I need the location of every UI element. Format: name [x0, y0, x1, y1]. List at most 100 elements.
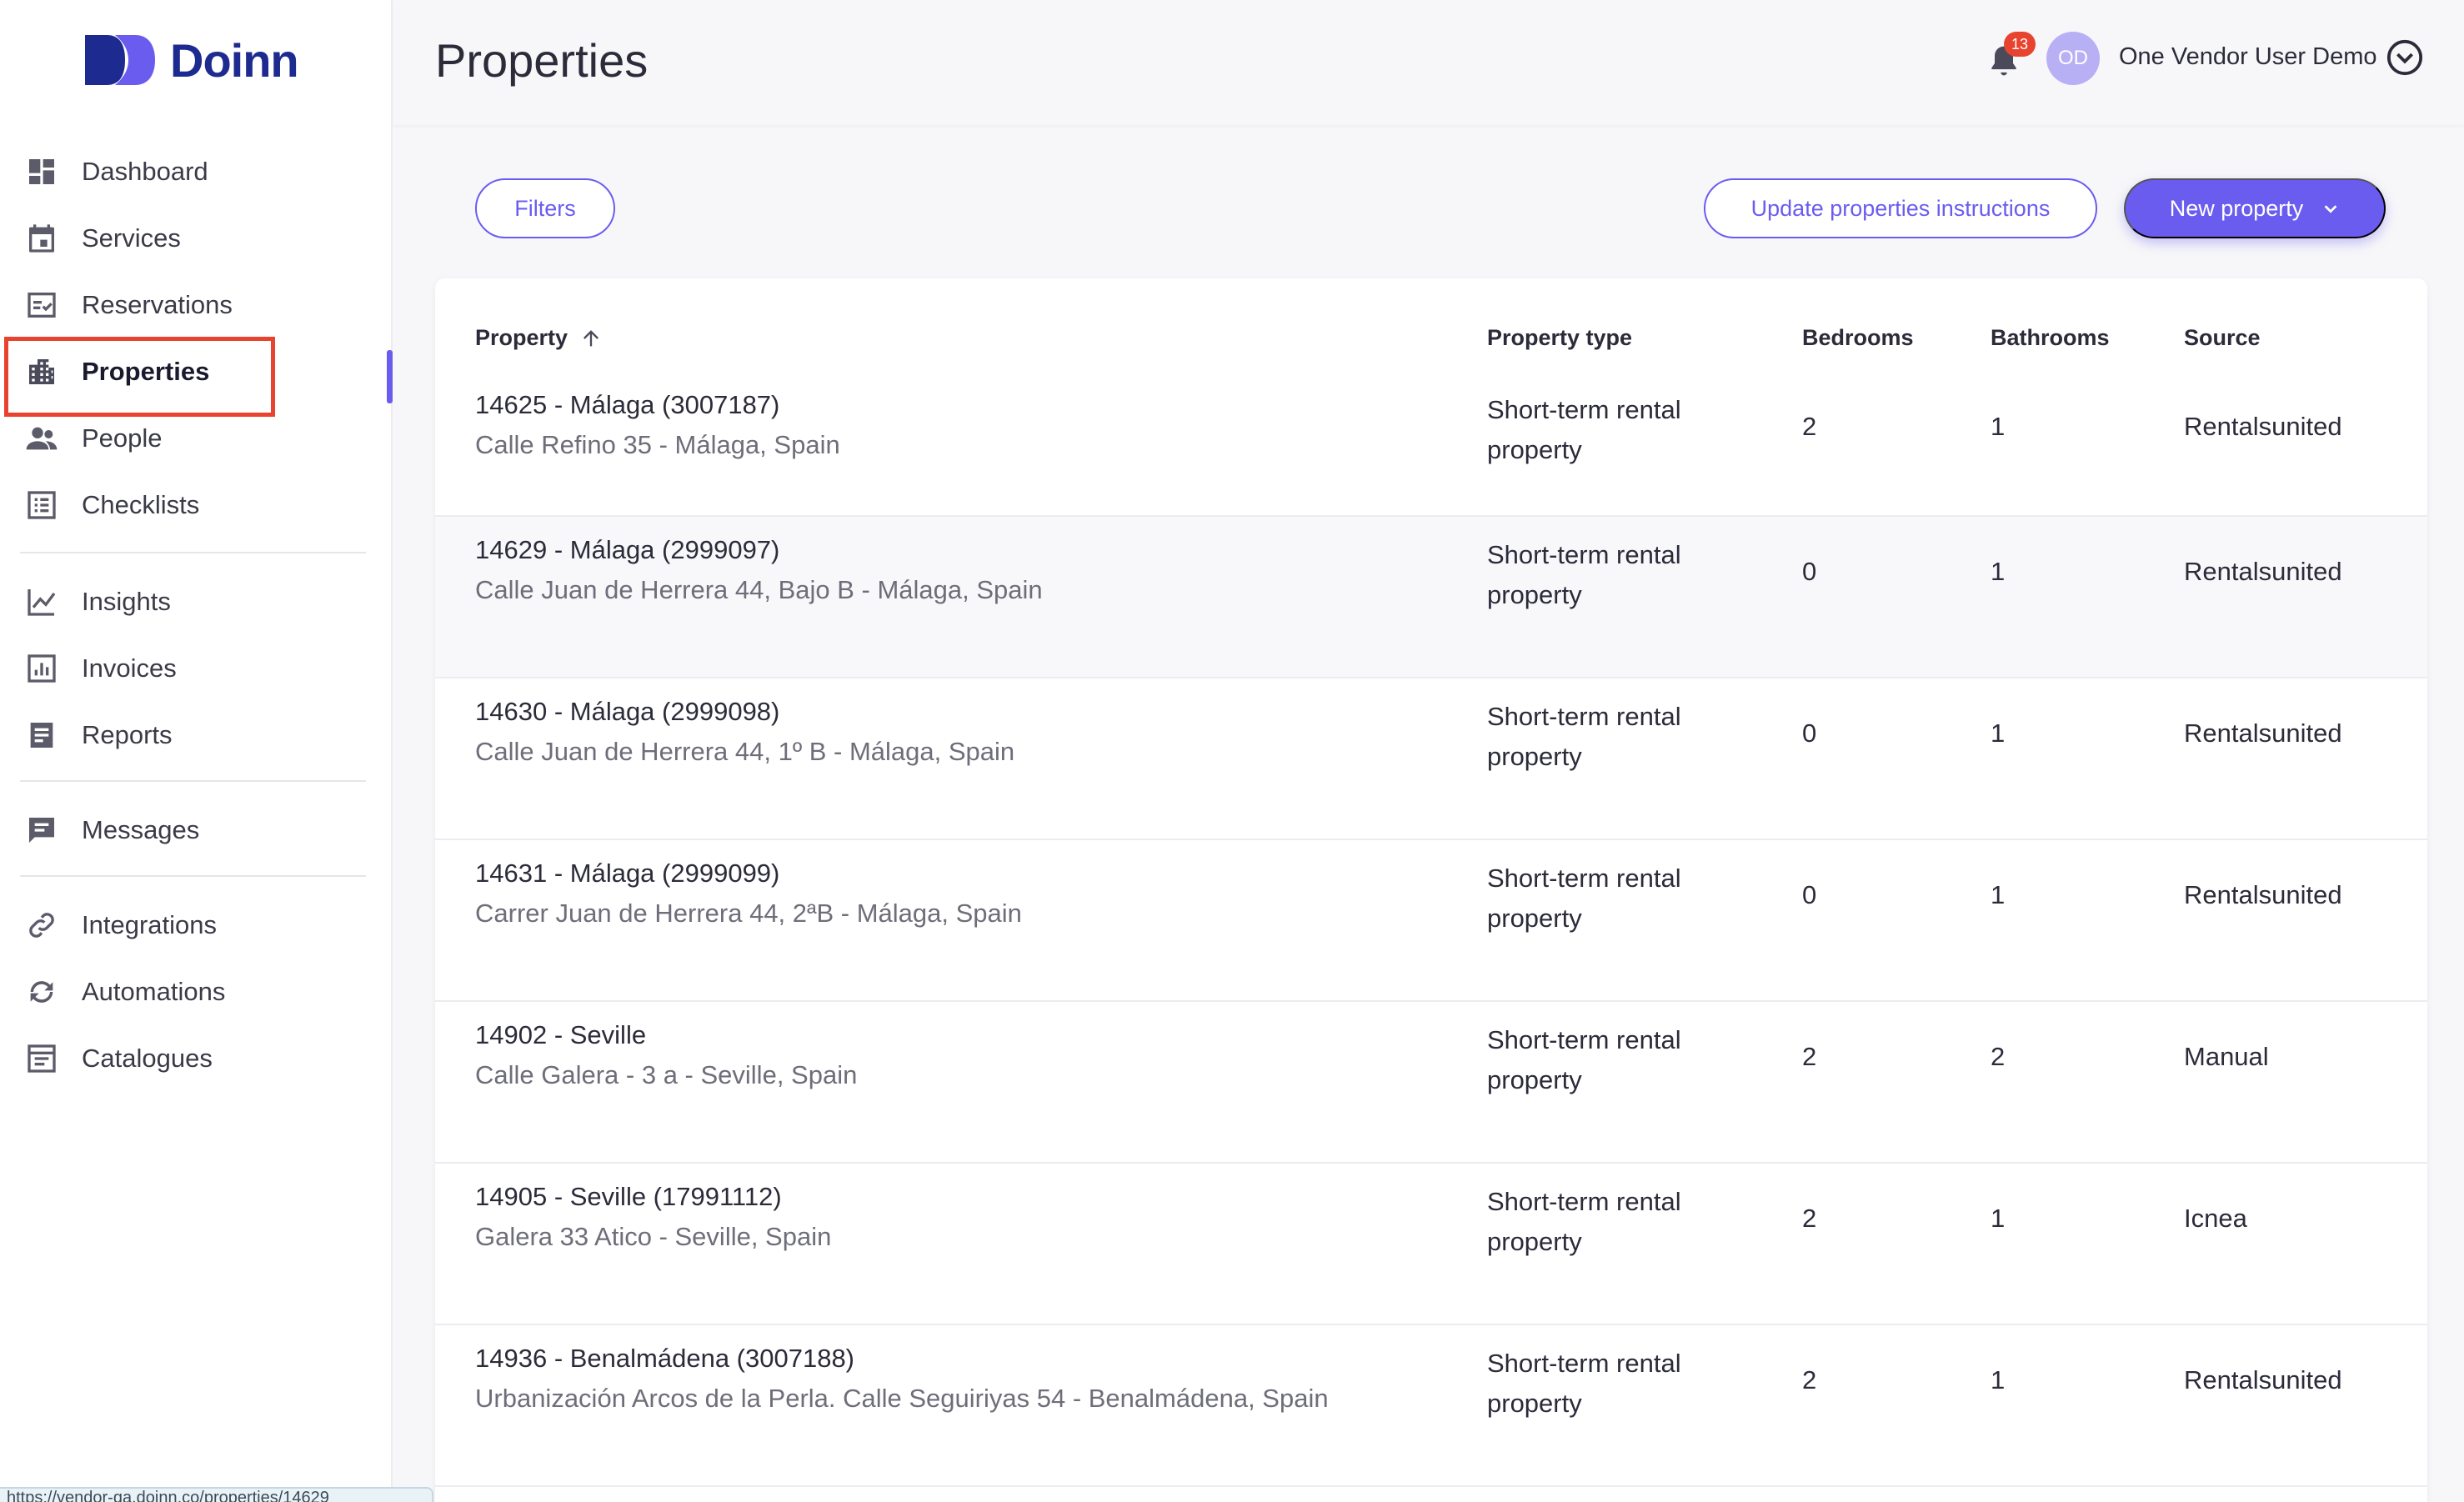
- bathrooms-count: 2: [1991, 1042, 2006, 1071]
- property-name: 14629 - Málaga (2999097): [475, 535, 780, 564]
- properties-table: Property Property type Bedrooms Bathroom…: [435, 278, 2427, 1502]
- dashboard-icon: [25, 155, 58, 188]
- table-row[interactable]: 14936 - Benalmádena (3007188) Urbanizaci…: [435, 1325, 2427, 1487]
- property-address: Carrer Juan de Herrera 44, 2ªB - Málaga,…: [475, 899, 1022, 928]
- sidebar-item-reports[interactable]: Reports: [0, 702, 393, 769]
- sidebar-item-catalogues[interactable]: Catalogues: [0, 1025, 393, 1092]
- sidebar-item-invoices[interactable]: Invoices: [0, 635, 393, 702]
- active-indicator: [387, 350, 393, 403]
- sidebar-item-properties[interactable]: Properties: [0, 337, 393, 417]
- checklist-icon: [25, 488, 58, 522]
- sidebar-item-automations[interactable]: Automations: [0, 959, 393, 1025]
- line-chart-icon: [25, 585, 58, 618]
- bedrooms-count: 0: [1802, 557, 1817, 586]
- sidebar-item-label: Checklists: [82, 490, 200, 519]
- property-source: Rentalsunited: [2184, 412, 2342, 441]
- bedrooms-count: 2: [1802, 1042, 1817, 1071]
- property-source: Icnea: [2184, 1204, 2247, 1233]
- sidebar-item-label: Reservations: [82, 290, 233, 319]
- sidebar-item-people[interactable]: People: [0, 405, 393, 472]
- property-address: Calle Juan de Herrera 44, 1º B - Málaga,…: [475, 737, 1015, 766]
- catalogue-icon: [25, 1042, 58, 1075]
- notification-count-badge: 13: [2004, 32, 2036, 57]
- column-header-property-type[interactable]: Property type: [1487, 325, 1632, 351]
- column-header-source[interactable]: Source: [2184, 325, 2261, 351]
- bathrooms-count: 1: [1991, 412, 2006, 441]
- property-type: Short-term rental property: [1487, 864, 1681, 933]
- user-name[interactable]: One Vendor User Demo: [2119, 43, 2376, 71]
- sidebar-item-label: Integrations: [82, 910, 217, 939]
- property-name: 14631 - Málaga (2999099): [475, 859, 780, 888]
- property-name: 14625 - Málaga (3007187): [475, 390, 780, 419]
- sidebar-item-label: Invoices: [82, 653, 177, 683]
- sidebar-item-messages[interactable]: Messages: [0, 797, 393, 864]
- sidebar-item-label: Messages: [82, 815, 200, 844]
- new-property-label: New property: [2169, 195, 2304, 221]
- bathrooms-count: 1: [1991, 1204, 2006, 1233]
- property-type: Short-term rental property: [1487, 702, 1681, 771]
- sync-icon: [25, 975, 58, 1009]
- app: Doinn Dashboard Services Reservations Pr…: [0, 0, 2464, 1502]
- property-source: Rentalsunited: [2184, 718, 2342, 748]
- sidebar-item-reservations[interactable]: Reservations: [0, 272, 393, 338]
- property-source: Rentalsunited: [2184, 1365, 2342, 1394]
- nav-divider: [20, 552, 366, 553]
- bedrooms-count: 0: [1802, 718, 1817, 748]
- people-icon: [25, 422, 58, 455]
- table-row[interactable]: 14631 - Málaga (2999099) Carrer Juan de …: [435, 840, 2427, 1002]
- sidebar-item-label: Dashboard: [82, 157, 208, 186]
- link-icon: [25, 909, 58, 942]
- property-source: Rentalsunited: [2184, 557, 2342, 586]
- property-type: Short-term rental property: [1487, 395, 1681, 464]
- sidebar-item-checklists[interactable]: Checklists: [0, 472, 393, 538]
- report-icon: [25, 718, 58, 752]
- table-row[interactable]: 14902 - Seville Calle Galera - 3 a - Sev…: [435, 1002, 2427, 1164]
- new-property-button[interactable]: New property: [2124, 178, 2386, 238]
- message-icon: [25, 814, 58, 847]
- property-address: Galera 33 Atico - Seville, Spain: [475, 1222, 832, 1251]
- brand-logo[interactable]: Doinn: [83, 30, 299, 90]
- table-row[interactable]: 14905 - Seville (17991112) Galera 33 Ati…: [435, 1164, 2427, 1325]
- bedrooms-count: 2: [1802, 412, 1817, 441]
- brand-name: Doinn: [170, 33, 299, 87]
- sidebar-item-label: Automations: [82, 977, 226, 1006]
- bedrooms-count: 0: [1802, 880, 1817, 909]
- filters-button[interactable]: Filters: [475, 178, 615, 238]
- property-type: Short-term rental property: [1487, 540, 1681, 609]
- doinn-logo-icon: [85, 35, 155, 85]
- property-name: 14936 - Benalmádena (3007188): [475, 1344, 855, 1373]
- sidebar: Doinn Dashboard Services Reservations Pr…: [0, 0, 393, 1502]
- column-header-bathrooms[interactable]: Bathrooms: [1991, 325, 2110, 351]
- table-row[interactable]: 14625 - Málaga (3007187) Calle Refino 35…: [435, 387, 2427, 517]
- calendar-icon: [25, 222, 58, 255]
- property-name: 14902 - Seville: [475, 1020, 647, 1049]
- property-source: Rentalsunited: [2184, 880, 2342, 909]
- property-address: Urbanización Arcos de la Perla. Calle Se…: [475, 1384, 1329, 1413]
- property-type: Short-term rental property: [1487, 1025, 1681, 1094]
- sidebar-item-label: Properties: [82, 357, 210, 386]
- column-header-property[interactable]: Property: [475, 325, 603, 351]
- avatar[interactable]: OD: [2046, 32, 2100, 85]
- sidebar-item-dashboard[interactable]: Dashboard: [0, 138, 393, 205]
- table-row[interactable]: 14630 - Málaga (2999098) Calle Juan de H…: [435, 678, 2427, 840]
- sort-arrow-up-icon[interactable]: [579, 327, 603, 350]
- property-name: 14630 - Málaga (2999098): [475, 697, 780, 726]
- bar-chart-icon: [25, 652, 58, 685]
- column-header-label: Property: [475, 325, 568, 350]
- status-bar-url: https://vendor-qa.doinn.co/properties/14…: [0, 1487, 433, 1502]
- property-type: Short-term rental property: [1487, 1187, 1681, 1256]
- sidebar-item-integrations[interactable]: Integrations: [0, 892, 393, 959]
- table-header: Property Property type Bedrooms Bathroom…: [435, 278, 2427, 387]
- column-header-bedrooms[interactable]: Bedrooms: [1802, 325, 1914, 351]
- chevron-down-icon: [2324, 205, 2337, 213]
- sidebar-item-insights[interactable]: Insights: [0, 568, 393, 635]
- table-row[interactable]: 14629 - Málaga (2999097) Calle Juan de H…: [435, 517, 2427, 678]
- sidebar-item-label: Reports: [82, 720, 173, 749]
- sidebar-item-services[interactable]: Services: [0, 205, 393, 272]
- property-name: 14905 - Seville (17991112): [475, 1182, 782, 1211]
- chevron-down-circle-icon[interactable]: [2386, 38, 2424, 77]
- update-properties-instructions-button[interactable]: Update properties instructions: [1704, 178, 2097, 238]
- nav-divider: [20, 780, 366, 782]
- bathrooms-count: 1: [1991, 557, 2006, 586]
- bathrooms-count: 1: [1991, 1365, 2006, 1394]
